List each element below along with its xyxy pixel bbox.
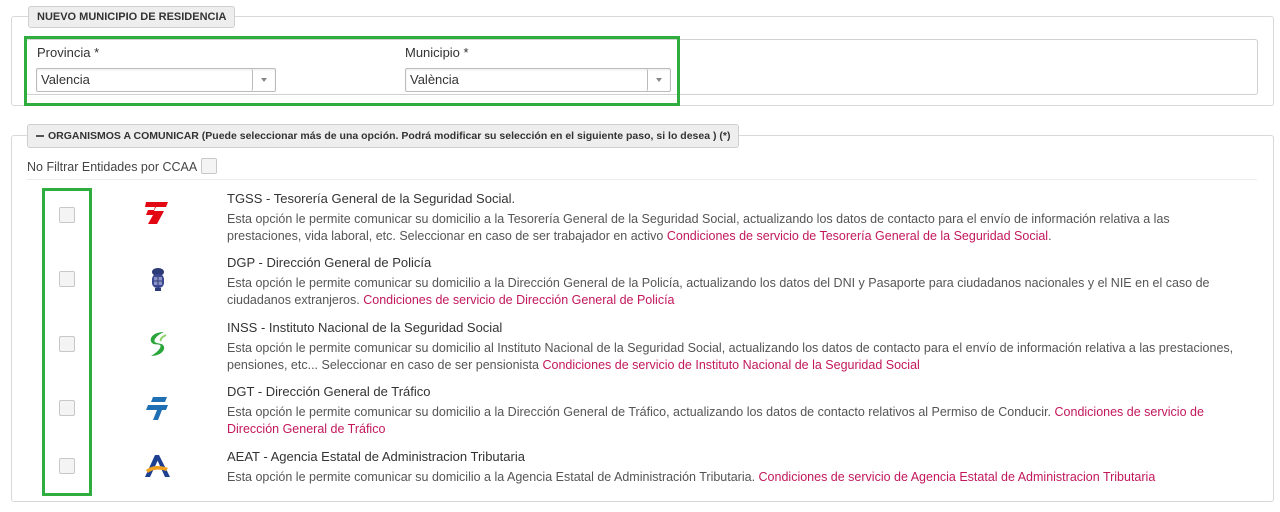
dgt-description: Esta opción le permite comunicar su domi…	[227, 404, 1237, 438]
aeat-logo-icon	[145, 455, 170, 477]
dgt-desc-text: Esta opción le permite comunicar su domi…	[227, 405, 1052, 419]
tgss-logo-icon	[145, 202, 168, 224]
filter-label: No Filtrar Entidades por CCAA	[27, 160, 198, 174]
organismos-legend-text: ORGANISMOS A COMUNICAR (Puede selecciona…	[48, 130, 731, 142]
aeat-desc-text: Esta opción le permite comunicar su domi…	[227, 470, 756, 484]
tgss-description: Esta opción le permite comunicar su domi…	[227, 211, 1237, 245]
tgss-title: TGSS - Tesorería General de la Seguridad…	[227, 191, 516, 206]
separator-line	[27, 179, 1257, 180]
aeat-description: Esta opción le permite comunicar su domi…	[227, 469, 1237, 486]
aeat-conditions-link[interactable]: Condiciones de servicio de Agencia Estat…	[759, 470, 1156, 484]
tgss-link-suffix: .	[1048, 229, 1052, 243]
inss-conditions-link[interactable]: Condiciones de servicio de Instituto Nac…	[542, 358, 919, 372]
inss-logo-icon	[150, 332, 167, 356]
residence-highlight-box	[24, 36, 680, 106]
collapse-icon[interactable]	[36, 135, 44, 138]
dgt-logo-icon	[146, 397, 168, 420]
dgp-description: Esta opción le permite comunicar su domi…	[227, 275, 1237, 309]
inss-title: INSS - Instituto Nacional de la Segurida…	[227, 320, 503, 335]
filter-checkbox[interactable]	[201, 158, 217, 174]
dgp-title: DGP - Dirección General de Policía	[227, 255, 432, 270]
dgp-conditions-link[interactable]: Condiciones de servicio de Dirección Gen…	[363, 293, 674, 307]
inss-description: Esta opción le permite comunicar su domi…	[227, 340, 1237, 374]
police-crest-icon	[152, 268, 164, 291]
checkbox-column-highlight	[42, 188, 92, 496]
tgss-conditions-link[interactable]: Condiciones de servicio de Tesorería Gen…	[667, 229, 1048, 243]
residence-legend: NUEVO MUNICIPIO DE RESIDENCIA	[28, 6, 236, 28]
organismos-legend[interactable]: ORGANISMOS A COMUNICAR (Puede selecciona…	[27, 124, 740, 148]
organismos-fieldset	[11, 135, 1274, 502]
aeat-title: AEAT - Agencia Estatal de Administracion…	[227, 449, 525, 464]
dgt-title: DGT - Dirección General de Tráfico	[227, 384, 431, 399]
